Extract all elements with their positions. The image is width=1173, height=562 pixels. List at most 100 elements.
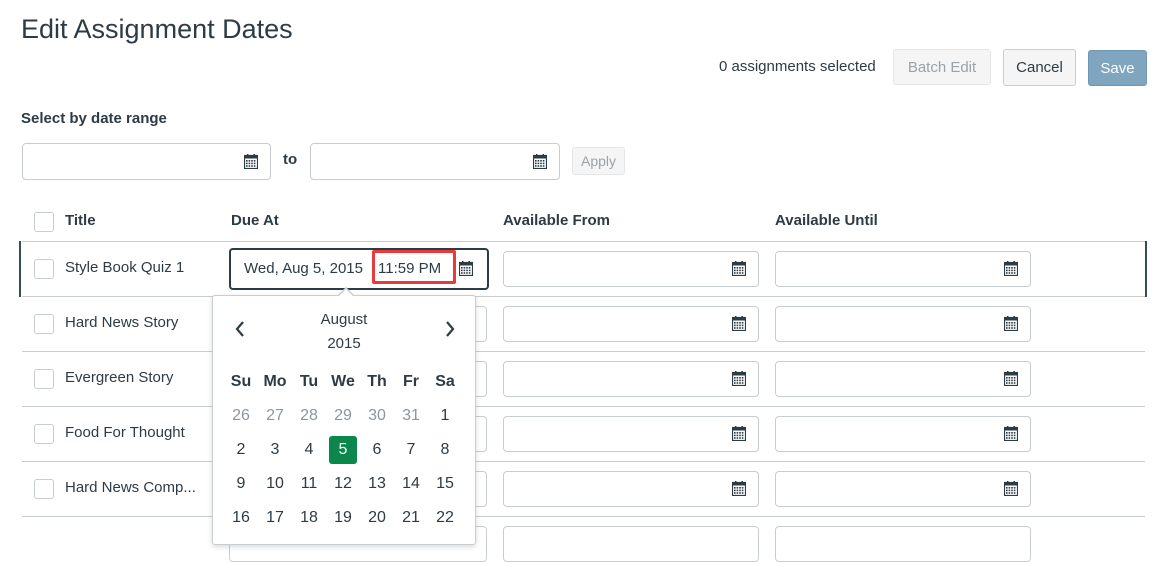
column-header-due-at: Due At <box>231 212 279 229</box>
apply-button[interactable]: Apply <box>572 147 625 175</box>
available-until-input[interactable] <box>776 362 1030 396</box>
available-until-field[interactable] <box>775 361 1031 397</box>
datepicker-year: 2015 <box>327 335 361 352</box>
datepicker-day[interactable]: 13 <box>362 471 392 497</box>
available-until-input[interactable] <box>776 417 1030 451</box>
calendar-icon[interactable] <box>1004 261 1018 276</box>
available-from-field[interactable] <box>503 306 759 342</box>
row-checkbox[interactable] <box>34 479 54 499</box>
datepicker-day[interactable]: 18 <box>294 505 324 531</box>
available-until-field[interactable] <box>775 416 1031 452</box>
range-start-input[interactable] <box>23 144 270 179</box>
available-until-input[interactable] <box>776 472 1030 506</box>
available-from-input[interactable] <box>504 252 758 286</box>
datepicker-day[interactable]: 12 <box>328 471 358 497</box>
calendar-icon[interactable] <box>732 481 746 496</box>
date-range-label: Select by date range <box>21 110 167 127</box>
due-date-value[interactable]: Wed, Aug 5, 2015 <box>244 260 363 277</box>
available-from-field[interactable] <box>503 471 759 507</box>
datepicker-day[interactable]: 15 <box>430 471 460 497</box>
datepicker-day-selected[interactable]: 5 <box>329 436 357 464</box>
available-from-input[interactable] <box>504 307 758 341</box>
available-until-field[interactable] <box>775 471 1031 507</box>
datepicker-day[interactable]: 28 <box>294 403 324 429</box>
row-checkbox[interactable] <box>34 369 54 389</box>
select-all-checkbox[interactable] <box>34 212 54 232</box>
available-from-field[interactable] <box>503 361 759 397</box>
calendar-icon[interactable] <box>1004 481 1018 496</box>
batch-edit-button[interactable]: Batch Edit <box>893 49 991 85</box>
calendar-icon[interactable] <box>732 316 746 331</box>
row-title: Food For Thought <box>65 424 185 441</box>
row-checkbox[interactable] <box>34 314 54 334</box>
row-title: Hard News Comp... <box>65 479 196 496</box>
weekday-header: Su <box>230 373 252 390</box>
datepicker-day[interactable]: 20 <box>362 505 392 531</box>
datepicker-day[interactable]: 9 <box>226 471 256 497</box>
range-end-input[interactable] <box>311 144 559 179</box>
row-title: Hard News Story <box>65 314 179 331</box>
datepicker-day[interactable]: 22 <box>430 505 460 531</box>
available-from-field[interactable] <box>503 526 759 562</box>
calendar-icon[interactable] <box>732 261 746 276</box>
datepicker-day[interactable]: 3 <box>260 437 290 463</box>
datepicker-day[interactable]: 30 <box>362 403 392 429</box>
datepicker-day[interactable]: 6 <box>362 437 392 463</box>
datepicker-day[interactable]: 27 <box>260 403 290 429</box>
calendar-icon[interactable] <box>1004 371 1018 386</box>
calendar-icon[interactable] <box>533 153 547 169</box>
datepicker-day[interactable]: 26 <box>226 403 256 429</box>
row-title: Style Book Quiz 1 <box>65 259 185 276</box>
available-until-field[interactable] <box>775 251 1031 287</box>
available-until-field[interactable] <box>775 526 1031 562</box>
row-divider <box>22 516 1145 517</box>
datepicker-day[interactable]: 4 <box>294 437 324 463</box>
calendar-icon[interactable] <box>732 426 746 441</box>
row-divider <box>22 296 1145 297</box>
datepicker-day[interactable]: 16 <box>226 505 256 531</box>
available-from-input[interactable] <box>504 472 758 506</box>
row-checkbox[interactable] <box>34 259 54 279</box>
datepicker-day[interactable]: 8 <box>430 437 460 463</box>
range-end-field[interactable] <box>310 143 560 180</box>
range-to-label: to <box>283 151 298 168</box>
row-divider <box>22 351 1145 352</box>
datepicker-day[interactable]: 31 <box>396 403 426 429</box>
datepicker-day[interactable]: 10 <box>260 471 290 497</box>
datepicker-day[interactable]: 21 <box>396 505 426 531</box>
datepicker-caret <box>339 289 353 296</box>
available-from-field[interactable] <box>503 416 759 452</box>
calendar-icon[interactable] <box>1004 426 1018 441</box>
range-start-field[interactable] <box>22 143 271 180</box>
active-row-indicator <box>1145 241 1147 297</box>
time-highlight-box <box>372 250 456 284</box>
available-until-input[interactable] <box>776 307 1030 341</box>
page-title: Edit Assignment Dates <box>21 14 293 44</box>
weekday-header: Th <box>367 373 387 390</box>
calendar-icon[interactable] <box>1004 316 1018 331</box>
datepicker-day[interactable]: 19 <box>328 505 358 531</box>
datepicker-day[interactable]: 17 <box>260 505 290 531</box>
datepicker-day[interactable]: 1 <box>430 403 460 429</box>
available-from-input[interactable] <box>504 417 758 451</box>
weekday-header: We <box>331 373 355 390</box>
column-header-available-from: Available From <box>503 212 610 229</box>
available-from-field[interactable] <box>503 251 759 287</box>
datepicker-day[interactable]: 11 <box>294 471 324 497</box>
calendar-icon[interactable] <box>732 371 746 386</box>
datepicker-day[interactable]: 2 <box>226 437 256 463</box>
available-until-input[interactable] <box>776 252 1030 286</box>
calendar-icon[interactable] <box>459 261 473 276</box>
datepicker-day[interactable]: 29 <box>328 403 358 429</box>
available-until-field[interactable] <box>775 306 1031 342</box>
datepicker-day[interactable]: 7 <box>396 437 426 463</box>
datepicker-day[interactable]: 14 <box>396 471 426 497</box>
cancel-button[interactable]: Cancel <box>1003 49 1076 86</box>
save-button[interactable]: Save <box>1088 50 1147 86</box>
row-title: Evergreen Story <box>65 369 174 386</box>
row-divider <box>22 461 1145 462</box>
active-row-indicator <box>19 241 21 297</box>
calendar-icon[interactable] <box>244 153 258 169</box>
available-from-input[interactable] <box>504 362 758 396</box>
row-checkbox[interactable] <box>34 424 54 444</box>
